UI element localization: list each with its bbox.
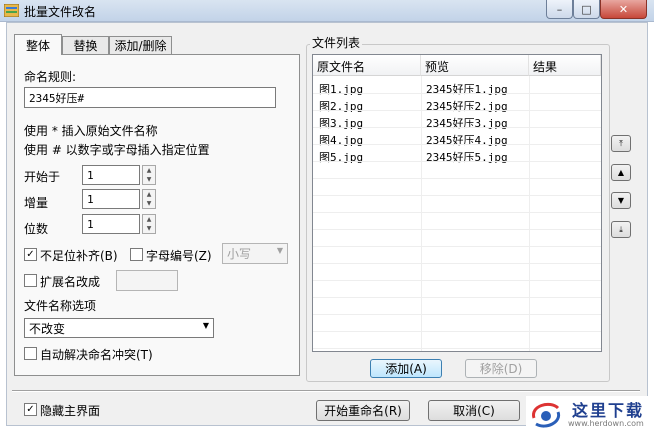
- grid-line: [313, 195, 601, 196]
- check-icon: ✓: [26, 404, 35, 415]
- file-list-title: 文件列表: [310, 34, 363, 51]
- cell-preview: 2345好压1.jpg: [426, 83, 508, 96]
- move-bottom-icon: ⤓: [619, 224, 623, 234]
- grid-line: [313, 348, 601, 349]
- pad-label: 不足位补齐(B): [40, 249, 118, 263]
- move-down-icon: ▼: [617, 196, 625, 205]
- move-top-button[interactable]: ⤒: [611, 135, 631, 152]
- step-label: 增量: [24, 196, 49, 210]
- grid-line: [313, 246, 601, 247]
- spin-up-icon[interactable]: ▲: [143, 190, 155, 199]
- title-bar: 批量文件改名 – □ ✕: [0, 0, 654, 22]
- tab-add-delete[interactable]: 添加/删除: [109, 36, 172, 54]
- case-select-value: 小写: [227, 247, 252, 261]
- move-bottom-button[interactable]: ⤓: [611, 221, 631, 238]
- digits-spinner[interactable]: ▲ ▼: [142, 214, 156, 234]
- cell-original: 图2.jpg: [319, 100, 364, 113]
- start-input[interactable]: [82, 165, 140, 185]
- tab-replace[interactable]: 替换: [62, 36, 109, 54]
- add-button[interactable]: 添加(A): [370, 359, 442, 378]
- spin-down-icon[interactable]: ▼: [143, 224, 155, 233]
- letter-checkbox[interactable]: [130, 248, 143, 261]
- move-up-icon: ▲: [617, 168, 625, 177]
- cell-original: 图5.jpg: [319, 151, 364, 164]
- name-options-value: 不改变: [29, 322, 66, 336]
- chevron-down-icon: ▼: [276, 246, 283, 255]
- file-list-table[interactable]: 原文件名 预览 结果 图1.jpg 2345好压1.jpg 图2.jpg 2345好压…: [312, 54, 602, 352]
- cell-preview: 2345好压2.jpg: [426, 100, 508, 113]
- hint-insert-number: 使用 # 以数字或字母插入指定位置: [24, 143, 210, 157]
- grid-line: [313, 331, 601, 332]
- cell-preview: 2345好压5.jpg: [426, 151, 508, 164]
- maximize-button[interactable]: □: [573, 0, 600, 19]
- hide-main-checkbox[interactable]: ✓: [24, 403, 37, 416]
- options-label: 文件名称选项: [24, 299, 97, 313]
- digits-label: 位数: [24, 222, 49, 236]
- separator: [12, 390, 640, 392]
- grid-line: [313, 110, 601, 111]
- watermark-logo: 这里下载 www.herdown.com: [526, 396, 654, 432]
- cell-original: 图1.jpg: [319, 83, 364, 96]
- spin-down-icon[interactable]: ▼: [143, 199, 155, 208]
- spin-up-icon[interactable]: ▲: [143, 166, 155, 175]
- name-options-select[interactable]: 不改变 ▼: [24, 318, 214, 338]
- cell-preview: 2345好压4.jpg: [426, 134, 508, 147]
- name-rule-input[interactable]: [24, 87, 276, 108]
- step-spinner[interactable]: ▲ ▼: [142, 189, 156, 209]
- conflict-checkbox[interactable]: [24, 347, 37, 360]
- column-header-original[interactable]: 原文件名: [313, 55, 421, 76]
- watermark-url: www.herdown.com: [568, 419, 644, 428]
- ext-input[interactable]: [116, 270, 178, 291]
- remove-button[interactable]: 移除(D): [465, 359, 537, 378]
- pad-checkbox[interactable]: ✓: [24, 248, 37, 261]
- step-input[interactable]: [82, 189, 140, 209]
- grid-line: [313, 212, 601, 213]
- move-down-button[interactable]: ▼: [611, 192, 631, 209]
- conflict-label: 自动解决命名冲突(T): [40, 348, 153, 362]
- watermark-swirl-icon: [532, 402, 561, 428]
- grid-line: [313, 178, 601, 179]
- name-rule-label: 命名规则:: [24, 70, 77, 84]
- chevron-down-icon: ▼: [202, 321, 209, 330]
- spin-up-icon[interactable]: ▲: [143, 215, 155, 224]
- grid-line: [313, 229, 601, 230]
- column-header-filler: [601, 55, 602, 76]
- app-icon: [4, 4, 19, 17]
- watermark-title: 这里下载: [572, 401, 645, 420]
- hide-main-label: 隐藏主界面: [40, 404, 101, 418]
- cancel-button[interactable]: 取消(C): [428, 400, 520, 421]
- spin-down-icon[interactable]: ▼: [143, 175, 155, 184]
- grid-line: [313, 93, 601, 94]
- grid-line: [313, 144, 601, 145]
- column-divider: [601, 76, 602, 352]
- ext-checkbox[interactable]: [24, 274, 37, 287]
- grid-line: [313, 263, 601, 264]
- ext-label: 扩展名改成: [40, 275, 101, 289]
- column-header-result[interactable]: 结果: [529, 55, 601, 76]
- move-top-icon: ⤒: [619, 138, 623, 148]
- cell-original: 图3.jpg: [319, 117, 364, 130]
- window-title: 批量文件改名: [24, 5, 97, 19]
- column-header-preview[interactable]: 预览: [421, 55, 529, 76]
- grid-line: [313, 314, 601, 315]
- close-button[interactable]: ✕: [600, 0, 647, 19]
- check-icon: ✓: [26, 249, 35, 260]
- grid-line: [313, 280, 601, 281]
- hint-insert-name: 使用 * 插入原始文件名称: [24, 124, 158, 138]
- minimize-button[interactable]: –: [546, 0, 573, 19]
- start-label: 开始于: [24, 170, 61, 184]
- tab-whole[interactable]: 整体: [14, 34, 62, 55]
- move-up-button[interactable]: ▲: [611, 164, 631, 181]
- grid-line: [313, 127, 601, 128]
- case-select[interactable]: 小写 ▼: [222, 243, 288, 264]
- letter-label: 字母编号(Z): [146, 249, 212, 263]
- cell-preview: 2345好压3.jpg: [426, 117, 508, 130]
- cell-original: 图4.jpg: [319, 134, 364, 147]
- digits-input[interactable]: [82, 214, 140, 234]
- start-rename-button[interactable]: 开始重命名(R): [316, 400, 410, 421]
- grid-line: [313, 161, 601, 162]
- start-spinner[interactable]: ▲ ▼: [142, 165, 156, 185]
- grid-line: [313, 297, 601, 298]
